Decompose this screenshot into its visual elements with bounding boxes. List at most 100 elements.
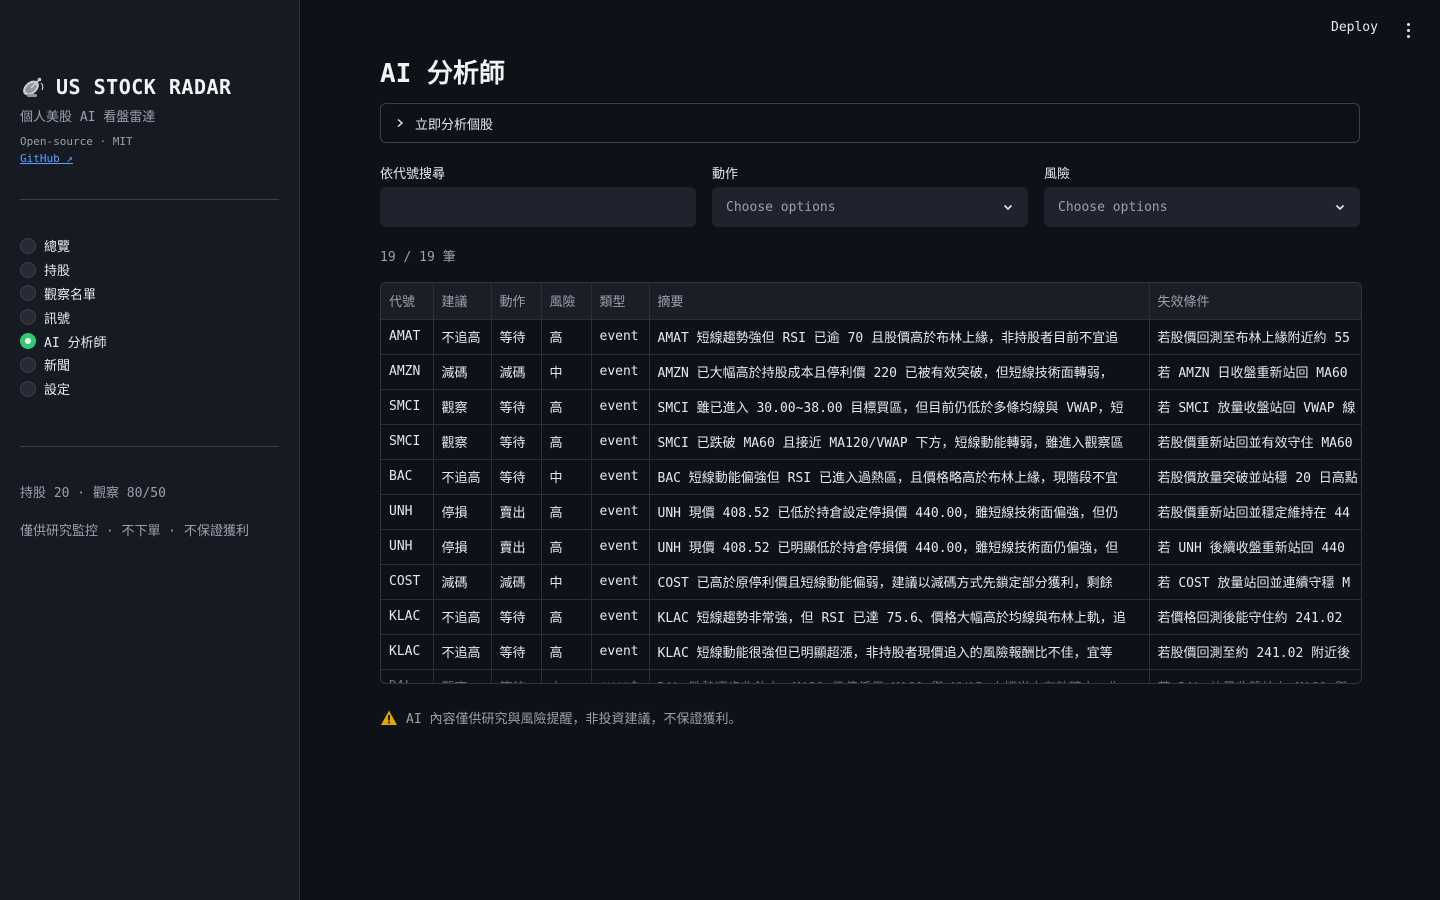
cell-ticker: UNH <box>381 529 434 565</box>
sidebar-disclaimer: 僅供研究監控 · 不下單 · 不保證獲利 <box>20 524 249 539</box>
table-row[interactable]: AMAT 不追高 等待高 event AMAT 短線趨勢強但 RSI 已逾 70 且股價… <box>381 319 1361 355</box>
nav-item-holdings[interactable]: 持股 <box>20 258 106 282</box>
column-header-ticker[interactable]: 代號 <box>381 283 434 320</box>
analyze-stock-expander[interactable]: 立即分析個股 <box>380 103 1360 143</box>
nav-item-overview[interactable]: 總覽 <box>20 234 106 258</box>
action-multiselect[interactable]: Choose options <box>712 187 1028 227</box>
cell-risk: 中 <box>541 459 592 495</box>
table-row[interactable]: UNH 停損 賣出高 event UNH 現價 408.52 已明顯低於持倉停損價 44… <box>381 529 1361 565</box>
cell-risk: 中 <box>541 669 592 683</box>
action-label: 動作 <box>712 167 739 182</box>
nav-item-news[interactable]: 新聞 <box>20 353 106 377</box>
cell-ticker: UNH <box>381 494 434 530</box>
radio-button[interactable] <box>20 261 36 278</box>
nav-label: 持股 <box>44 264 71 280</box>
search-label: 依代號搜尋 <box>380 167 446 182</box>
brand: US STOCK RADAR <box>20 74 232 100</box>
column-header-recommendation[interactable]: 建議 <box>433 283 492 320</box>
cell-type: event <box>591 529 650 565</box>
cell-summary: BAC 短線動能偏強但 RSI 已進入過熱區，且價格略高於布林上緣，現階段不宜 <box>649 459 1150 495</box>
chevron-right-icon <box>397 118 404 128</box>
cell-recommendation: 不追高 <box>433 459 492 495</box>
table-row[interactable]: DAL觀察等待中eventDAL 跌勢逐步收斂中，MA20 仍偏低但 MA60 … <box>381 669 1361 683</box>
cell-ticker: SMCI <box>381 424 434 460</box>
nav-label: 觀察名單 <box>44 287 97 303</box>
cell-summary: KLAC 短線動能很強但已明顯超漲，非持股者現價追入的風險報酬比不佳，宜等 <box>649 634 1150 670</box>
table-row[interactable]: SMCI 觀察 等待高 event SMCI 雖已進入 30.00~38.00 目標買區… <box>381 389 1361 425</box>
table-row[interactable]: AMZN 減碼 減碼中 event AMZN 已大幅高於持股成本且停利價 220 已被有… <box>381 354 1361 390</box>
column-header-action[interactable]: 動作 <box>491 283 542 320</box>
radio-button[interactable] <box>20 356 36 373</box>
radio-button[interactable] <box>20 309 36 326</box>
license-text: Open-source · MIT <box>20 135 133 148</box>
ai-warning: AI 內容僅供研究與風險提醒，非投資建議，不保證獲利。 <box>380 708 741 727</box>
cell-recommendation: 減碼 <box>433 564 492 600</box>
cell-action: 賣出 <box>491 529 542 565</box>
satellite-dish-icon <box>23 77 44 97</box>
cell-type: event <box>591 564 650 600</box>
cell-type: event <box>591 494 650 530</box>
cell-recommendation: 不追高 <box>433 599 492 635</box>
nav-item-signals[interactable]: 訊號 <box>20 305 106 329</box>
radio-button[interactable] <box>20 285 36 302</box>
column-header-risk[interactable]: 風險 <box>541 283 592 320</box>
nav-item-watchlist[interactable]: 觀察名單 <box>20 282 106 306</box>
cell-invalidation: 若股價回測至布林上緣附近約 55 <box>1149 319 1361 355</box>
cell-invalidation: 若 UNH 後續收盤重新站回 440 <box>1149 529 1361 565</box>
cell-action: 等待 <box>491 599 542 635</box>
cell-recommendation: 停損 <box>433 494 492 530</box>
cell-action: 減碼 <box>491 354 542 390</box>
risk-multiselect[interactable]: Choose options <box>1044 187 1360 227</box>
cell-recommendation: 觀察 <box>433 424 492 460</box>
cell-ticker: COST <box>381 564 434 600</box>
table-row[interactable]: KLAC 不追高 等待高 event KLAC 短線動能很強但已明顯超漲，非持股者現價追… <box>381 634 1361 670</box>
cell-ticker: DAL <box>381 669 434 683</box>
cell-risk: 高 <box>541 529 592 565</box>
table-row[interactable]: SMCI 觀察 等待高 event SMCI 已跌破 MA60 且接近 MA120/VW… <box>381 424 1361 460</box>
radio-button[interactable] <box>20 380 36 397</box>
cell-action: 等待 <box>491 424 542 460</box>
cell-summary: SMCI 已跌破 MA60 且接近 MA120/VWAP 下方，短線動能轉弱，雖… <box>649 424 1150 460</box>
kebab-menu-icon[interactable] <box>1398 20 1418 40</box>
page-title: AI 分析師 <box>380 59 505 89</box>
nav-item-settings[interactable]: 設定 <box>20 377 106 401</box>
cell-type: event <box>591 459 650 495</box>
table-row[interactable]: BAC 不追高 等待中 event BAC 短線動能偏強但 RSI 已進入過熱區，且價格… <box>381 459 1361 495</box>
nav-label: 總覽 <box>44 240 71 256</box>
cell-summary: SMCI 雖已進入 30.00~38.00 目標買區，但目前仍低於多條均線與 V… <box>649 389 1150 425</box>
deploy-button[interactable]: Deploy <box>1331 20 1378 35</box>
column-header-type[interactable]: 類型 <box>591 283 650 320</box>
radio-button-selected[interactable] <box>20 333 36 350</box>
table-row[interactable]: KLAC 不追高 等待高 event KLAC 短線趨勢非常強，但 RSI 已達 75.… <box>381 599 1361 635</box>
select-placeholder: Choose options <box>1058 199 1168 215</box>
cell-risk: 高 <box>541 389 592 425</box>
cell-invalidation: 若價格回測後能守住約 241.02 <box>1149 599 1361 635</box>
cell-ticker: SMCI <box>381 389 434 425</box>
table-row[interactable]: COST 減碼 減碼中 event COST 已高於原停利價且短線動能偏弱，建議以減碼方… <box>381 564 1361 600</box>
analysis-table[interactable]: 代號 建議 動作 風險 類型 摘要 失效條件 AMAT 不追高 等待高 event AM… <box>380 282 1362 684</box>
cell-action: 賣出 <box>491 494 542 530</box>
nav-item-ai-analyst[interactable]: AI 分析師 <box>20 329 106 353</box>
cell-summary: DAL 跌勢逐步收斂中，MA20 仍偏低但 MA60 與 VWAP 支撐尚未有效… <box>649 669 1150 683</box>
cell-summary: AMAT 短線趨勢強但 RSI 已逾 70 且股價高於布林上緣，非持股者目前不宜… <box>649 319 1150 355</box>
column-header-summary[interactable]: 摘要 <box>649 283 1150 320</box>
ticker-search-input[interactable] <box>380 187 696 227</box>
cell-ticker: AMZN <box>381 354 434 390</box>
cell-invalidation: 若股價重新站回並穩定維持在 44 <box>1149 494 1361 530</box>
chevron-down-icon <box>1003 204 1013 211</box>
cell-risk: 高 <box>541 599 592 635</box>
cell-action: 減碼 <box>491 564 542 600</box>
nav-label: 設定 <box>44 383 71 399</box>
cell-invalidation: 若股價回測至約 241.02 附近後 <box>1149 634 1361 670</box>
radio-button[interactable] <box>20 237 36 254</box>
cell-action: 等待 <box>491 669 542 683</box>
cell-type: event <box>591 389 650 425</box>
table-header-row: 代號 建議 動作 風險 類型 摘要 失效條件 <box>381 283 1361 320</box>
nav-label: 新聞 <box>44 359 71 375</box>
cell-action: 等待 <box>491 634 542 670</box>
portfolio-stats: 持股 20 · 觀察 80/50 <box>20 486 166 501</box>
column-header-invalidation[interactable]: 失效條件 <box>1149 283 1361 320</box>
cell-recommendation: 不追高 <box>433 319 492 355</box>
github-link[interactable]: GitHub ↗ <box>20 152 73 165</box>
table-row[interactable]: UNH 停損 賣出高 event UNH 現價 408.52 已低於持倉設定停損價 44… <box>381 494 1361 530</box>
